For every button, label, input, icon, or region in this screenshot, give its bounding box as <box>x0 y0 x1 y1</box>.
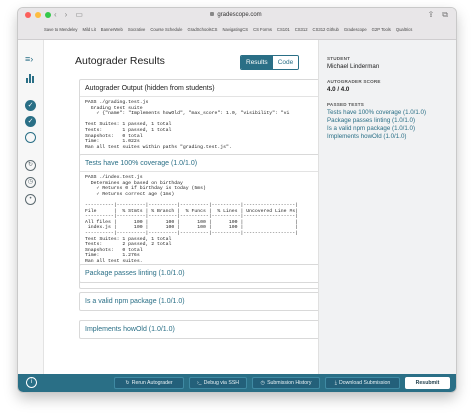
panel-title: Autograder Output (hidden from students) <box>80 80 318 97</box>
bookmark-item[interactable]: CS Forms <box>253 25 272 35</box>
nav-arrows: ‹ › ▭ <box>54 10 83 19</box>
browser-window: ‹ › ▭ gradescope.com ⇪ ⧉ Save to Mendele… <box>18 8 456 392</box>
bookmark-item[interactable]: Gradescope <box>344 25 367 35</box>
bookmark-item[interactable]: Socrative <box>128 25 145 35</box>
rerun-autograder-button[interactable]: ↻ Rerun Autograder <box>114 377 184 389</box>
autograder-output-panel: Autograder Output (hidden from students)… <box>79 79 318 163</box>
passed-tests-list: Tests have 100% coverage (1.0/1.0) Packag… <box>327 109 448 141</box>
tabs-icon[interactable]: ⧉ <box>442 10 448 20</box>
info-icon[interactable]: i <box>26 377 37 388</box>
bookmark-item[interactable]: CS312 Github <box>313 25 339 35</box>
npm-package-test-panel[interactable]: Is a valid npm package (1.0/1.0) <box>79 292 318 311</box>
minimize-window-button[interactable] <box>35 12 41 18</box>
refresh-icon: ↻ <box>125 380 130 386</box>
empty-circle-icon[interactable] <box>25 132 36 143</box>
howold-test-panel[interactable]: Implements howOld (1.0/1.0) <box>79 320 318 339</box>
back-icon[interactable]: ‹ <box>54 10 57 19</box>
linting-test-panel[interactable]: Package passes linting (1.0/1.0) <box>79 264 318 283</box>
passed-test-link[interactable]: Is a valid npm package (1.0/1.0) <box>327 125 448 133</box>
bookmark-item[interactable]: G2P Tools <box>372 25 391 35</box>
address-text: gradescope.com <box>217 12 262 18</box>
submission-history-button[interactable]: ◷ Submission History <box>252 377 320 389</box>
panel-title: Is a valid npm package (1.0/1.0) <box>85 298 185 305</box>
share-icon[interactable]: ⇪ <box>428 10 435 20</box>
left-rail: ≡› ✓ ✓ ↻ ◷ • <box>18 40 44 374</box>
bookmarks-bar: Save to Mendeley Mild Lit BannerWeb Socrati… <box>44 25 446 35</box>
code-tab[interactable]: Code <box>272 56 299 69</box>
check-circle-icon[interactable]: ✓ <box>25 116 36 127</box>
panel-title: Implements howOld (1.0/1.0) <box>85 326 175 333</box>
terminal-icon: ›_ <box>196 380 202 386</box>
download-icon: ⤓ <box>334 380 337 386</box>
panel-title: Package passes linting (1.0/1.0) <box>85 270 185 277</box>
passed-test-link[interactable]: Tests have 100% coverage (1.0/1.0) <box>327 109 448 117</box>
zoom-window-button[interactable] <box>45 12 51 18</box>
bookmark-item[interactable]: Course Schedule <box>150 25 182 35</box>
close-window-button[interactable] <box>25 12 31 18</box>
bookmark-item[interactable]: Qualtrics <box>396 25 413 35</box>
bookmark-item[interactable]: GradSchoolsCS <box>187 25 217 35</box>
settings-icon[interactable]: • <box>25 194 36 205</box>
action-bar: i ↻ Rerun Autograder ›_ Debug via SSH ◷ Sub… <box>18 374 456 392</box>
main-content: Autograder Results Results Code Autograd… <box>44 40 318 374</box>
bar-chart-icon[interactable] <box>25 73 36 84</box>
score-value: 4.0 / 4.0 <box>327 86 350 93</box>
bookmark-item[interactable]: BannerWeb <box>101 25 123 35</box>
lock-icon <box>210 12 215 16</box>
window-controls <box>25 12 51 18</box>
resubmit-button[interactable]: Resubmit <box>405 377 450 389</box>
history-icon: ◷ <box>260 380 266 386</box>
panel-title: Tests have 100% coverage (1.0/1.0) <box>80 155 318 172</box>
page-title: Autograder Results <box>75 55 165 67</box>
menu-collapse-icon[interactable]: ≡› <box>25 54 36 65</box>
results-tab[interactable]: Results <box>241 56 273 69</box>
view-toggle: Results Code <box>240 55 300 70</box>
address-bar[interactable]: gradescope.com <box>181 11 291 20</box>
timer-icon[interactable]: ◷ <box>25 177 36 188</box>
passed-tests-label: PASSED TESTS <box>327 102 365 107</box>
bookmark-item[interactable]: CS312 <box>295 25 308 35</box>
forward-icon[interactable]: › <box>65 10 68 19</box>
bookmark-item[interactable]: Mild Lit <box>83 25 96 35</box>
bookmark-item[interactable]: NavigatingCS <box>222 25 248 35</box>
bookmark-item[interactable]: CS101 <box>277 25 290 35</box>
browser-toolbar: ‹ › ▭ gradescope.com ⇪ ⧉ Save to Mendele… <box>18 8 456 40</box>
results-sidebar: STUDENT Michael Linderman AUTOGRADER SCO… <box>318 40 456 374</box>
passed-test-link[interactable]: Package passes linting (1.0/1.0) <box>327 117 448 125</box>
debug-ssh-button[interactable]: ›_ Debug via SSH <box>189 377 247 389</box>
student-label: STUDENT <box>327 56 351 61</box>
regrade-icon[interactable]: ↻ <box>25 160 36 171</box>
passed-test-link[interactable]: Implements howOld (1.0/1.0) <box>327 133 448 141</box>
score-label: AUTOGRADER SCORE <box>327 79 381 84</box>
panel-output: PASS ./index.test.js Determines age base… <box>85 175 299 264</box>
check-circle-icon[interactable]: ✓ <box>25 100 36 111</box>
sidebar-toggle-icon[interactable]: ▭ <box>75 10 83 19</box>
browser-actions: ⇪ ⧉ <box>428 10 448 20</box>
student-name: Michael Linderman <box>327 63 380 70</box>
panel-output: PASS ./grading.test.js Grading test suit… <box>85 100 290 150</box>
bookmark-item[interactable]: Save to Mendeley <box>44 25 78 35</box>
download-submission-button[interactable]: ⤓ Download Submission <box>325 377 400 389</box>
